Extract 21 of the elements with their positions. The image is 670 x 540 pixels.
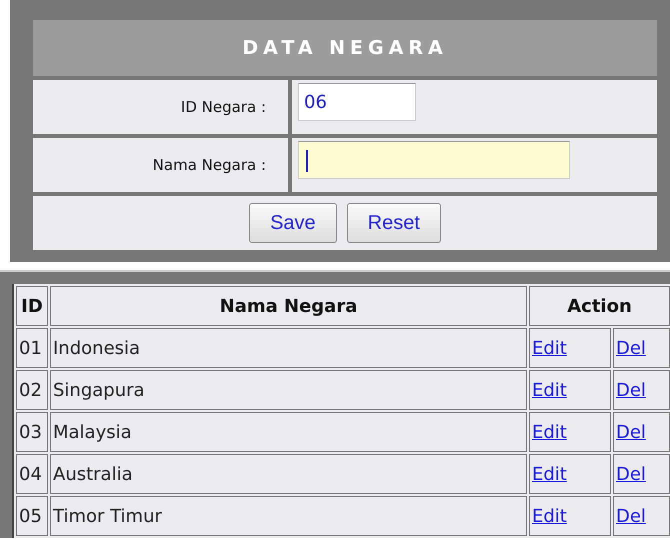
id-text: 01 <box>19 338 42 358</box>
id-text: 04 <box>19 464 42 484</box>
id-text: 05 <box>19 506 42 526</box>
country-name: Singapura <box>53 380 145 400</box>
country-name: Malaysia <box>53 422 132 442</box>
input-field[interactable] <box>298 141 570 179</box>
column-header: ID <box>16 286 48 326</box>
column-header: Action <box>529 286 670 326</box>
field-label: ID Negara : <box>33 80 288 134</box>
form-title: DATA NEGARA <box>33 20 657 76</box>
save-button[interactable]: Save <box>249 203 337 243</box>
country-name: Indonesia <box>53 338 140 358</box>
column-header: Nama Negara <box>50 286 527 326</box>
field-label: Nama Negara : <box>33 138 288 192</box>
country-name: Australia <box>53 464 133 484</box>
text-cursor <box>306 150 308 172</box>
reset-button[interactable]: Reset <box>346 203 441 243</box>
country-name: Timor Timur <box>53 506 162 526</box>
input-field[interactable]: 06 <box>298 83 416 121</box>
id-text: 02 <box>19 380 42 400</box>
id-text: 03 <box>19 422 42 442</box>
